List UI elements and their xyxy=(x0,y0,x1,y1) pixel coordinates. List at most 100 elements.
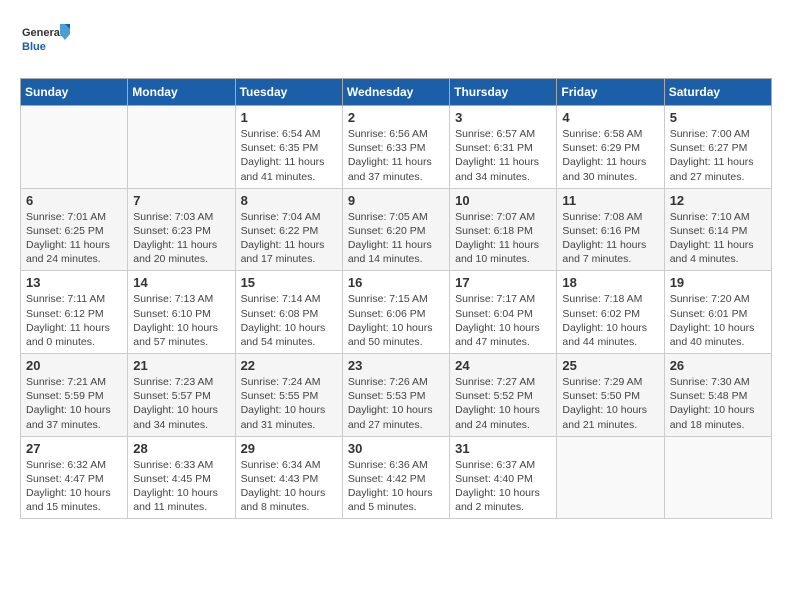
calendar-week-row: 6Sunrise: 7:01 AM Sunset: 6:25 PM Daylig… xyxy=(21,188,772,271)
svg-text:Blue: Blue xyxy=(22,41,46,53)
day-number: 14 xyxy=(133,275,229,290)
day-number: 13 xyxy=(26,275,122,290)
day-info: Sunrise: 7:21 AM Sunset: 5:59 PM Dayligh… xyxy=(26,375,122,432)
calendar-cell: 21 Sunrise: 7:23 AM Sunset: 5:57 PM Dayli… xyxy=(128,354,235,437)
calendar-cell: 17 Sunrise: 7:17 AM Sunset: 6:04 PM Dayli… xyxy=(450,271,557,354)
weekday-header: Friday xyxy=(557,79,664,106)
calendar-cell: 6Sunrise: 7:01 AM Sunset: 6:25 PM Daylig… xyxy=(21,188,128,271)
calendar-cell: 14 Sunrise: 7:13 AM Sunset: 6:10 PM Dayli… xyxy=(128,271,235,354)
calendar-cell: 3 Sunrise: 6:57 AM Sunset: 6:31 PM Daylig… xyxy=(450,106,557,189)
calendar-table: SundayMondayTuesdayWednesdayThursdayFrid… xyxy=(20,78,772,519)
day-number: 23 xyxy=(348,358,444,373)
calendar-cell: 23 Sunrise: 7:26 AM Sunset: 5:53 PM Dayli… xyxy=(342,354,449,437)
day-number: 1 xyxy=(241,110,337,125)
day-number: 25 xyxy=(562,358,658,373)
calendar-cell: 27 Sunrise: 6:32 AM Sunset: 4:47 PM Dayli… xyxy=(21,436,128,519)
day-number: 10 xyxy=(455,193,551,208)
calendar-cell: 5 Sunrise: 7:00 AM Sunset: 6:27 PM Daylig… xyxy=(664,106,771,189)
calendar-cell: 19Sunrise: 7:20 AM Sunset: 6:01 PM Dayli… xyxy=(664,271,771,354)
day-info: Sunrise: 7:11 AM Sunset: 6:12 PM Dayligh… xyxy=(26,292,122,349)
calendar-header-row: SundayMondayTuesdayWednesdayThursdayFrid… xyxy=(21,79,772,106)
day-number: 11 xyxy=(562,193,658,208)
calendar-cell: 20 Sunrise: 7:21 AM Sunset: 5:59 PM Dayli… xyxy=(21,354,128,437)
calendar-cell: 8Sunrise: 7:04 AM Sunset: 6:22 PM Daylig… xyxy=(235,188,342,271)
logo: General Blue xyxy=(20,20,70,62)
day-number: 5 xyxy=(670,110,766,125)
day-info: Sunrise: 7:30 AM Sunset: 5:48 PM Dayligh… xyxy=(670,375,766,432)
weekday-header: Wednesday xyxy=(342,79,449,106)
day-info: Sunrise: 7:08 AM Sunset: 6:16 PM Dayligh… xyxy=(562,210,658,267)
logo-svg: General Blue xyxy=(20,20,70,62)
day-number: 7 xyxy=(133,193,229,208)
day-number: 12 xyxy=(670,193,766,208)
day-number: 29 xyxy=(241,441,337,456)
day-number: 27 xyxy=(26,441,122,456)
day-info: Sunrise: 7:13 AM Sunset: 6:10 PM Dayligh… xyxy=(133,292,229,349)
calendar-cell: 7Sunrise: 7:03 AM Sunset: 6:23 PM Daylig… xyxy=(128,188,235,271)
calendar-cell: 18 Sunrise: 7:18 AM Sunset: 6:02 PM Dayli… xyxy=(557,271,664,354)
day-number: 18 xyxy=(562,275,658,290)
calendar-cell xyxy=(128,106,235,189)
day-info: Sunrise: 6:37 AM Sunset: 4:40 PM Dayligh… xyxy=(455,458,551,515)
calendar-cell: 13 Sunrise: 7:11 AM Sunset: 6:12 PM Dayli… xyxy=(21,271,128,354)
calendar-cell: 25 Sunrise: 7:29 AM Sunset: 5:50 PM Dayli… xyxy=(557,354,664,437)
day-number: 3 xyxy=(455,110,551,125)
day-number: 4 xyxy=(562,110,658,125)
day-number: 31 xyxy=(455,441,551,456)
day-info: Sunrise: 7:00 AM Sunset: 6:27 PM Dayligh… xyxy=(670,127,766,184)
day-info: Sunrise: 7:05 AM Sunset: 6:20 PM Dayligh… xyxy=(348,210,444,267)
day-number: 26 xyxy=(670,358,766,373)
day-info: Sunrise: 6:56 AM Sunset: 6:33 PM Dayligh… xyxy=(348,127,444,184)
day-info: Sunrise: 6:54 AM Sunset: 6:35 PM Dayligh… xyxy=(241,127,337,184)
day-number: 30 xyxy=(348,441,444,456)
day-number: 19 xyxy=(670,275,766,290)
calendar-cell: 1 Sunrise: 6:54 AM Sunset: 6:35 PM Daylig… xyxy=(235,106,342,189)
day-number: 28 xyxy=(133,441,229,456)
calendar-cell: 15 Sunrise: 7:14 AM Sunset: 6:08 PM Dayli… xyxy=(235,271,342,354)
day-number: 17 xyxy=(455,275,551,290)
day-info: Sunrise: 7:15 AM Sunset: 6:06 PM Dayligh… xyxy=(348,292,444,349)
day-info: Sunrise: 7:26 AM Sunset: 5:53 PM Dayligh… xyxy=(348,375,444,432)
day-info: Sunrise: 6:34 AM Sunset: 4:43 PM Dayligh… xyxy=(241,458,337,515)
day-info: Sunrise: 7:18 AM Sunset: 6:02 PM Dayligh… xyxy=(562,292,658,349)
day-number: 21 xyxy=(133,358,229,373)
calendar-week-row: 20 Sunrise: 7:21 AM Sunset: 5:59 PM Dayli… xyxy=(21,354,772,437)
calendar-cell: 22Sunrise: 7:24 AM Sunset: 5:55 PM Dayli… xyxy=(235,354,342,437)
day-info: Sunrise: 6:58 AM Sunset: 6:29 PM Dayligh… xyxy=(562,127,658,184)
day-info: Sunrise: 7:10 AM Sunset: 6:14 PM Dayligh… xyxy=(670,210,766,267)
calendar-week-row: 1 Sunrise: 6:54 AM Sunset: 6:35 PM Daylig… xyxy=(21,106,772,189)
calendar-cell: 12 Sunrise: 7:10 AM Sunset: 6:14 PM Dayli… xyxy=(664,188,771,271)
day-number: 9 xyxy=(348,193,444,208)
calendar-cell xyxy=(664,436,771,519)
weekday-header: Sunday xyxy=(21,79,128,106)
calendar-cell: 2 Sunrise: 6:56 AM Sunset: 6:33 PM Daylig… xyxy=(342,106,449,189)
day-number: 24 xyxy=(455,358,551,373)
day-number: 20 xyxy=(26,358,122,373)
weekday-header: Thursday xyxy=(450,79,557,106)
calendar-cell xyxy=(557,436,664,519)
day-info: Sunrise: 6:32 AM Sunset: 4:47 PM Dayligh… xyxy=(26,458,122,515)
svg-text:General: General xyxy=(22,27,63,39)
day-number: 16 xyxy=(348,275,444,290)
day-number: 8 xyxy=(241,193,337,208)
day-info: Sunrise: 6:36 AM Sunset: 4:42 PM Dayligh… xyxy=(348,458,444,515)
day-number: 2 xyxy=(348,110,444,125)
calendar-week-row: 13 Sunrise: 7:11 AM Sunset: 6:12 PM Dayli… xyxy=(21,271,772,354)
day-info: Sunrise: 7:23 AM Sunset: 5:57 PM Dayligh… xyxy=(133,375,229,432)
day-info: Sunrise: 7:24 AM Sunset: 5:55 PM Dayligh… xyxy=(241,375,337,432)
calendar-cell: 24Sunrise: 7:27 AM Sunset: 5:52 PM Dayli… xyxy=(450,354,557,437)
calendar-cell: 16 Sunrise: 7:15 AM Sunset: 6:06 PM Dayli… xyxy=(342,271,449,354)
day-info: Sunrise: 7:29 AM Sunset: 5:50 PM Dayligh… xyxy=(562,375,658,432)
page-header: General Blue xyxy=(20,20,772,62)
day-number: 15 xyxy=(241,275,337,290)
day-number: 6 xyxy=(26,193,122,208)
calendar-cell: 11 Sunrise: 7:08 AM Sunset: 6:16 PM Dayli… xyxy=(557,188,664,271)
calendar-week-row: 27 Sunrise: 6:32 AM Sunset: 4:47 PM Dayli… xyxy=(21,436,772,519)
day-info: Sunrise: 7:17 AM Sunset: 6:04 PM Dayligh… xyxy=(455,292,551,349)
day-info: Sunrise: 7:07 AM Sunset: 6:18 PM Dayligh… xyxy=(455,210,551,267)
day-info: Sunrise: 6:57 AM Sunset: 6:31 PM Dayligh… xyxy=(455,127,551,184)
day-info: Sunrise: 7:14 AM Sunset: 6:08 PM Dayligh… xyxy=(241,292,337,349)
weekday-header: Monday xyxy=(128,79,235,106)
calendar-cell: 31 Sunrise: 6:37 AM Sunset: 4:40 PM Dayli… xyxy=(450,436,557,519)
day-info: Sunrise: 6:33 AM Sunset: 4:45 PM Dayligh… xyxy=(133,458,229,515)
